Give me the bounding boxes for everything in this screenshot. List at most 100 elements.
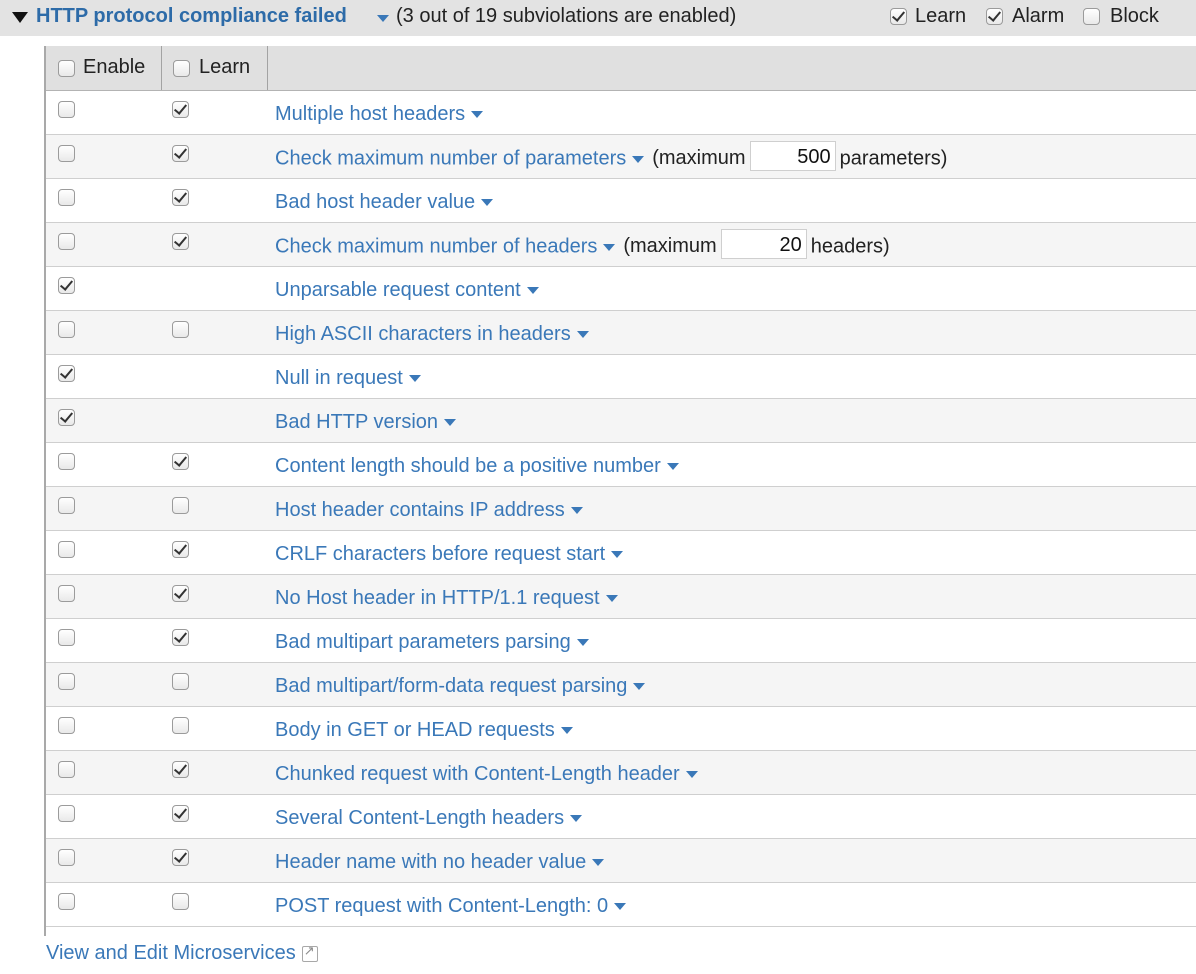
learn-checkbox[interactable]: [172, 145, 189, 162]
subviolation-name-container: Bad multipart parameters parsing: [275, 631, 589, 654]
enable-checkbox[interactable]: [58, 585, 75, 602]
chevron-down-icon[interactable]: [377, 15, 389, 22]
table-row: High ASCII characters in headers: [46, 311, 1196, 355]
enable-checkbox[interactable]: [58, 893, 75, 910]
enable-checkbox[interactable]: [58, 761, 75, 778]
subviolation-link[interactable]: Check maximum number of headers: [275, 235, 597, 257]
max-value-input[interactable]: 20: [720, 229, 807, 259]
chevron-down-icon[interactable]: [603, 243, 616, 251]
subviolation-link[interactable]: No Host header in HTTP/1.1 request: [275, 587, 600, 609]
subviolation-name-container: Chunked request with Content-Length head…: [275, 763, 698, 786]
enable-checkbox[interactable]: [58, 849, 75, 866]
subviolation-link[interactable]: Header name with no header value: [275, 851, 586, 873]
subviolation-link[interactable]: Bad host header value: [275, 191, 475, 213]
chevron-down-icon[interactable]: [605, 595, 618, 603]
subviolation-link[interactable]: Bad multipart/form-data request parsing: [275, 675, 627, 697]
chevron-down-icon[interactable]: [633, 683, 646, 691]
collapse-triangle-icon[interactable]: [12, 12, 28, 23]
enable-checkbox[interactable]: [58, 629, 75, 646]
enable-checkbox[interactable]: [58, 101, 75, 118]
subviolation-link[interactable]: Unparsable request content: [275, 279, 521, 301]
chevron-down-icon[interactable]: [560, 727, 573, 735]
table-row: Host header contains IP address: [46, 487, 1196, 531]
learn-checkbox[interactable]: [172, 541, 189, 558]
enable-checkbox[interactable]: [58, 409, 75, 426]
table-row: Check maximum number of parameters (maxim…: [46, 135, 1196, 179]
chevron-down-icon[interactable]: [576, 639, 589, 647]
subviolation-link[interactable]: CRLF characters before request start: [275, 543, 605, 565]
enable-checkbox[interactable]: [58, 453, 75, 470]
learn-all-checkbox[interactable]: [173, 60, 190, 77]
chevron-down-icon[interactable]: [685, 771, 698, 779]
chevron-down-icon[interactable]: [481, 199, 494, 207]
enable-checkbox[interactable]: [58, 365, 75, 382]
enable-checkbox[interactable]: [58, 233, 75, 250]
enable-checkbox[interactable]: [58, 497, 75, 514]
chevron-down-icon[interactable]: [570, 815, 583, 823]
subviolation-name-container: Host header contains IP address: [275, 499, 583, 522]
learn-checkbox[interactable]: [172, 761, 189, 778]
enable-checkbox[interactable]: [58, 145, 75, 162]
subviolation-link[interactable]: Several Content-Length headers: [275, 807, 564, 829]
table-row: Bad HTTP version: [46, 399, 1196, 443]
learn-checkbox[interactable]: [172, 321, 189, 338]
max-value-input[interactable]: 500: [749, 141, 836, 171]
chevron-down-icon[interactable]: [666, 463, 679, 471]
chevron-down-icon[interactable]: [576, 331, 589, 339]
block-checkbox[interactable]: [1083, 8, 1100, 25]
subviolation-link[interactable]: Host header contains IP address: [275, 499, 565, 521]
chevron-down-icon[interactable]: [632, 155, 645, 163]
chevron-down-icon[interactable]: [611, 551, 624, 559]
enable-column-label: Enable: [83, 56, 146, 78]
learn-checkbox[interactable]: [172, 805, 189, 822]
table-row: Bad multipart parameters parsing: [46, 619, 1196, 663]
learn-checkbox[interactable]: [172, 673, 189, 690]
chevron-down-icon[interactable]: [592, 859, 605, 867]
chevron-down-icon[interactable]: [526, 287, 539, 295]
learn-checkbox[interactable]: [172, 585, 189, 602]
enable-checkbox[interactable]: [58, 717, 75, 734]
chevron-down-icon[interactable]: [471, 111, 484, 119]
alarm-checkbox[interactable]: [986, 8, 1003, 25]
view-edit-microservices-link[interactable]: View and Edit Microservices: [46, 942, 318, 965]
enable-checkbox[interactable]: [58, 541, 75, 558]
subviolation-link[interactable]: Null in request: [275, 367, 403, 389]
chevron-down-icon[interactable]: [444, 419, 457, 427]
violation-title-link[interactable]: HTTP protocol compliance failed: [36, 5, 347, 28]
subviolation-name-container: No Host header in HTTP/1.1 request: [275, 587, 618, 610]
table-row: Bad host header value: [46, 179, 1196, 223]
learn-checkbox[interactable]: [172, 497, 189, 514]
chevron-down-icon[interactable]: [408, 375, 421, 383]
learn-checkbox[interactable]: [172, 629, 189, 646]
subviolation-link[interactable]: Check maximum number of parameters: [275, 147, 626, 169]
learn-checkbox[interactable]: [172, 233, 189, 250]
subviolation-link[interactable]: Chunked request with Content-Length head…: [275, 763, 680, 785]
table-row: POST request with Content-Length: 0: [46, 883, 1196, 927]
learn-checkbox[interactable]: [172, 717, 189, 734]
learn-checkbox[interactable]: [172, 893, 189, 910]
subviolation-link[interactable]: Body in GET or HEAD requests: [275, 719, 555, 741]
chevron-down-icon[interactable]: [614, 903, 627, 911]
enable-checkbox[interactable]: [58, 189, 75, 206]
subviolation-link[interactable]: POST request with Content-Length: 0: [275, 895, 608, 917]
subviolation-name-container: Null in request: [275, 367, 421, 390]
learn-checkbox[interactable]: [172, 849, 189, 866]
learn-checkbox[interactable]: [890, 8, 907, 25]
learn-checkbox[interactable]: [172, 453, 189, 470]
subviolation-link[interactable]: Content length should be a positive numb…: [275, 455, 661, 477]
learn-checkbox[interactable]: [172, 101, 189, 118]
enable-checkbox[interactable]: [58, 321, 75, 338]
subviolation-link[interactable]: Bad HTTP version: [275, 411, 438, 433]
subviolation-link[interactable]: High ASCII characters in headers: [275, 323, 571, 345]
enable-all-checkbox[interactable]: [58, 60, 75, 77]
table-row: Check maximum number of headers (maximum 2…: [46, 223, 1196, 267]
enable-checkbox[interactable]: [58, 805, 75, 822]
learn-checkbox[interactable]: [172, 189, 189, 206]
enable-checkbox[interactable]: [58, 673, 75, 690]
param-suffix: parameters): [839, 147, 948, 170]
subviolation-link[interactable]: Bad multipart parameters parsing: [275, 631, 571, 653]
chevron-down-icon[interactable]: [570, 507, 583, 515]
table-row: CRLF characters before request start: [46, 531, 1196, 575]
enable-checkbox[interactable]: [58, 277, 75, 294]
subviolation-link[interactable]: Multiple host headers: [275, 103, 465, 125]
